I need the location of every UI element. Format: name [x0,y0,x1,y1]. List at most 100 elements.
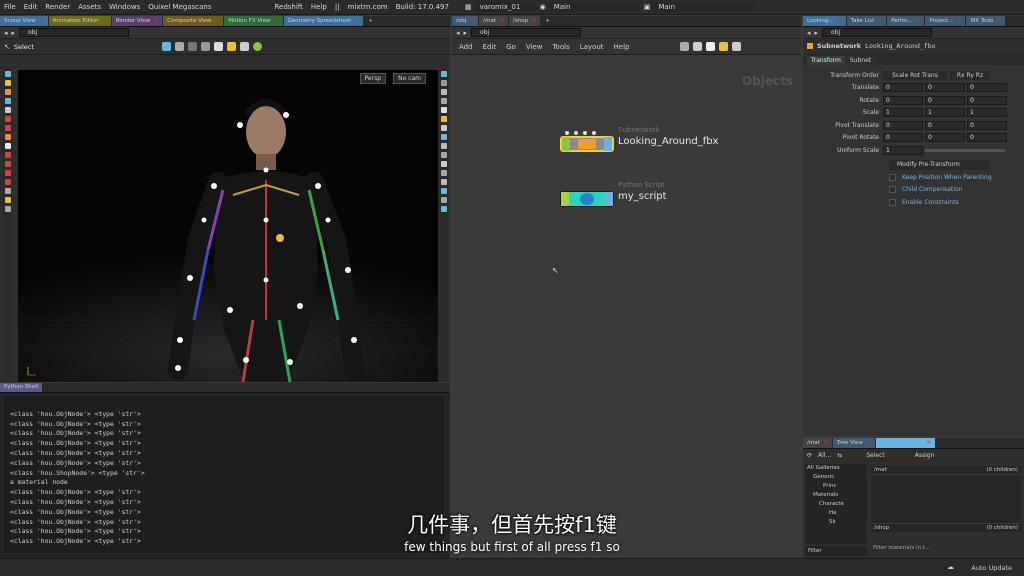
snap-icon[interactable] [239,42,249,51]
handle-icon[interactable] [440,170,447,176]
node-name-label[interactable]: Looking_Around_fbx [618,136,719,147]
tab-animation-editor[interactable]: Animation Editor × [48,16,111,26]
translate-x-field[interactable]: 0 [883,83,923,93]
tab-subnet[interactable]: Subnet [845,56,876,65]
translate-z-field[interactable]: 0 [967,83,1007,93]
close-icon[interactable]: × [996,16,1001,26]
wire-style-icon[interactable] [693,42,703,51]
tab-project[interactable]: Project... × [925,16,966,26]
tab-tree-view[interactable]: Tree View × [832,438,876,448]
tab-transform[interactable]: Transform [807,56,845,65]
pivot-rotate-y-field[interactable]: 0 [925,133,965,143]
tool-camera-icon[interactable] [4,143,11,149]
light-toggle-icon[interactable] [440,107,447,113]
transform-order-dropdown[interactable]: Scale Rot Trans [883,70,947,80]
search-icon[interactable] [732,42,742,51]
tab-composite-view[interactable]: Composite View × [163,16,224,26]
close-icon[interactable]: × [214,16,219,26]
lasso-icon[interactable] [187,42,197,51]
tool-object-icon[interactable] [4,80,11,86]
tab-parameters[interactable]: Looking... × [803,16,846,26]
tab-take-list[interactable]: Take List × [846,16,887,26]
node-name-label[interactable]: my_script [618,191,667,202]
wire-icon[interactable] [440,89,447,95]
ghost-icon[interactable] [440,80,447,86]
uniform-scale-field[interactable]: 1 [883,145,923,155]
network-menu-go[interactable]: Go [503,43,519,51]
tab-python-shell[interactable]: Python Shell [0,383,43,392]
select-geometry-icon[interactable] [161,42,171,51]
rotate-z-field[interactable]: 0 [967,95,1007,105]
params-path-field[interactable]: obj [822,28,933,37]
tool-misc-icon[interactable] [4,206,11,212]
forward-arrow-icon[interactable]: ▸ [464,29,468,37]
add-tab-button[interactable]: + [364,16,377,26]
scale-y-field[interactable]: 1 [925,108,965,118]
context-selector-2[interactable]: Main [654,2,755,12]
view-options-icon[interactable] [440,206,447,212]
network-menu-help[interactable]: Help [611,43,633,51]
close-icon[interactable]: × [153,16,158,26]
menu-edit[interactable]: Edit [20,3,42,11]
template-icon[interactable] [440,125,447,131]
snapshot-icon[interactable] [440,179,447,185]
tool-ik-icon[interactable] [4,170,11,176]
tool-select-icon[interactable] [4,71,11,77]
tree-item[interactable]: Materials [807,491,867,500]
tree-item[interactable]: All Galleries [807,464,867,473]
tool-bone-icon[interactable] [4,152,11,158]
display-flag[interactable] [562,137,570,151]
rotation-order-dropdown[interactable]: Rx Ry Rz [950,70,990,80]
tab-render-view[interactable]: Render View × [111,16,163,26]
tool-magnet-icon[interactable] [4,179,11,185]
menu-quixel[interactable]: Quixel Megascans [144,3,215,11]
desktop-selector[interactable]: varomix_01 [475,2,536,12]
scale-x-field[interactable]: 1 [883,108,923,118]
close-icon[interactable]: × [469,16,474,26]
forward-arrow-icon[interactable]: ▸ [12,29,16,37]
close-icon[interactable]: × [956,16,961,26]
network-menu-tools[interactable]: Tools [549,43,572,51]
tool-pose-icon[interactable] [4,125,11,131]
select-button[interactable]: Select [866,452,885,459]
flipbook-icon[interactable] [440,188,447,194]
context-selector[interactable]: Main [549,2,640,12]
folder-icon[interactable] [719,42,729,51]
pivot-rotate-x-field[interactable]: 0 [883,133,923,143]
left-path-field[interactable]: obj [19,28,130,37]
green-dot-icon[interactable] [252,42,262,51]
modify-pretransform-button[interactable]: Modify Pre-Transform [889,159,989,170]
network-menu-layout[interactable]: Layout [577,43,607,51]
menu-assets[interactable]: Assets [74,3,105,11]
assign-button[interactable]: Assign [915,452,935,459]
close-icon[interactable]: × [877,16,882,26]
magnet-icon[interactable] [226,42,236,51]
display-icon[interactable] [440,71,447,77]
tab-geometry-spreadsheet[interactable]: Geometry Spreadsheet × [283,16,364,26]
enable-constraints-checkbox[interactable] [889,198,896,206]
menu-windows[interactable]: Windows [105,3,144,11]
bulb-icon[interactable] [440,116,447,122]
add-tab-button[interactable]: + [541,16,554,26]
pivot-translate-x-field[interactable]: 0 [883,120,923,130]
tab-obj[interactable]: /obj × [452,16,479,26]
rotate-y-field[interactable]: 0 [925,95,965,105]
points-icon[interactable] [440,134,447,140]
gallery-filter-dropdown[interactable]: All... [818,452,831,459]
network-canvas[interactable]: Objects Subnetwork Looking_Around_fbx Py… [452,56,801,558]
python-node-body[interactable] [560,191,614,207]
tab-material-palette[interactable]: Material Palette × [876,438,936,448]
render-flag[interactable] [604,137,612,151]
tool-move-icon[interactable] [4,98,11,104]
refresh-icon[interactable]: ⟳ [807,452,812,459]
tool-scale-icon[interactable] [4,116,11,122]
tool-view-icon[interactable] [4,188,11,194]
uniform-scale-slider[interactable] [925,148,1005,152]
safe-area-icon[interactable] [440,197,447,203]
select-mode-icon[interactable] [174,42,184,51]
tool-rotate-icon[interactable] [4,107,11,113]
node-name-field[interactable]: Looking_Around_fbx [865,42,935,50]
back-arrow-icon[interactable]: ◂ [456,29,460,37]
shade-icon[interactable] [440,98,447,104]
back-arrow-icon[interactable]: ◂ [807,29,811,37]
